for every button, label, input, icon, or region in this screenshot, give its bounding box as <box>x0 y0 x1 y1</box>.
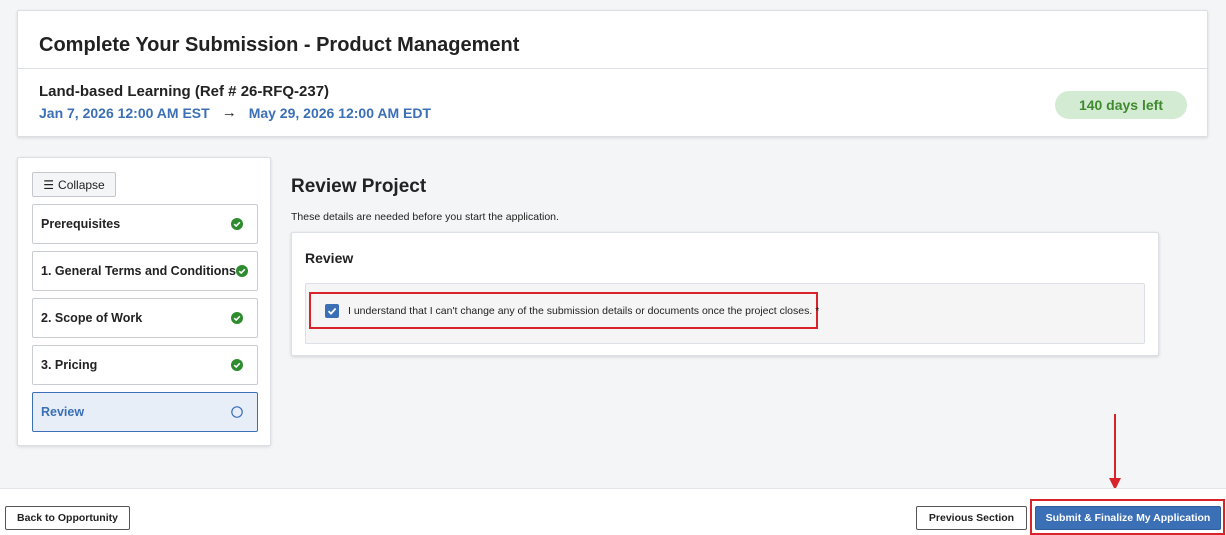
collapse-button[interactable]: ☰ Collapse <box>32 172 116 197</box>
sidebar-item-general-terms[interactable]: 1. General Terms and Conditions <box>32 251 258 291</box>
annotation-arrow-icon <box>1109 414 1121 490</box>
days-left-badge: 140 days left <box>1054 91 1187 119</box>
sidebar-item-label: Prerequisites <box>41 217 121 231</box>
check-circle-icon <box>231 312 243 324</box>
sidebar-item-review[interactable]: Review <box>32 392 258 432</box>
section-sidebar: ☰ Collapse Prerequisites 1. General Term… <box>17 157 271 446</box>
start-date: Jan 7, 2026 12:00 AM EST <box>39 104 210 121</box>
page-title: Complete Your Submission - Product Manag… <box>39 34 520 56</box>
review-card: Review I understand that I can't change … <box>291 232 1159 356</box>
back-to-opportunity-button[interactable]: Back to Opportunity <box>5 506 130 530</box>
sidebar-item-label: 2. Scope of Work <box>41 311 143 325</box>
acknowledgement-highlight: I understand that I can't change any of … <box>309 292 820 329</box>
sidebar-item-label: 3. Pricing <box>41 358 98 372</box>
sidebar-item-scope-of-work[interactable]: 2. Scope of Work <box>32 298 258 338</box>
check-circle-icon <box>231 359 243 371</box>
empty-circle-icon <box>231 406 243 418</box>
check-circle-icon <box>231 218 243 230</box>
header-title-row: Complete Your Submission - Product Manag… <box>18 11 1207 69</box>
menu-icon: ☰ <box>43 177 55 192</box>
sidebar-item-label: 1. General Terms and Conditions <box>41 264 236 278</box>
footer-bar: Back to Opportunity Previous Section Sub… <box>0 488 1226 535</box>
previous-section-button[interactable]: Previous Section <box>916 506 1027 530</box>
review-card-title: Review <box>305 250 354 266</box>
sidebar-item-pricing[interactable]: 3. Pricing <box>32 345 258 385</box>
project-name: Land-based Learning (Ref # 26-RFQ-237) <box>39 83 330 100</box>
check-circle-icon <box>235 265 248 277</box>
end-date: May 29, 2026 12:00 AM EDT <box>248 104 432 121</box>
acknowledgement-label: I understand that I can't change any of … <box>348 304 820 317</box>
sidebar-item-prerequisites[interactable]: Prerequisites <box>32 204 258 244</box>
acknowledgement-checkbox[interactable] <box>325 303 339 318</box>
section-title: Review Project <box>291 176 427 197</box>
checkmark-icon <box>327 307 337 315</box>
section-description: These details are needed before you star… <box>291 211 559 223</box>
acknowledgement-box: I understand that I can't change any of … <box>305 283 1145 344</box>
submit-finalize-button[interactable]: Submit & Finalize My Application <box>1035 506 1221 530</box>
collapse-label: Collapse <box>58 177 105 192</box>
sidebar-item-label: Review <box>41 405 85 419</box>
submission-header-card: Complete Your Submission - Product Manag… <box>17 10 1208 137</box>
project-dates: Jan 7, 2026 12:00 AM EST → May 29, 2026 … <box>39 104 1207 121</box>
arrow-right-icon: → <box>221 104 237 121</box>
project-info: Land-based Learning (Ref # 26-RFQ-237) J… <box>18 69 1207 121</box>
